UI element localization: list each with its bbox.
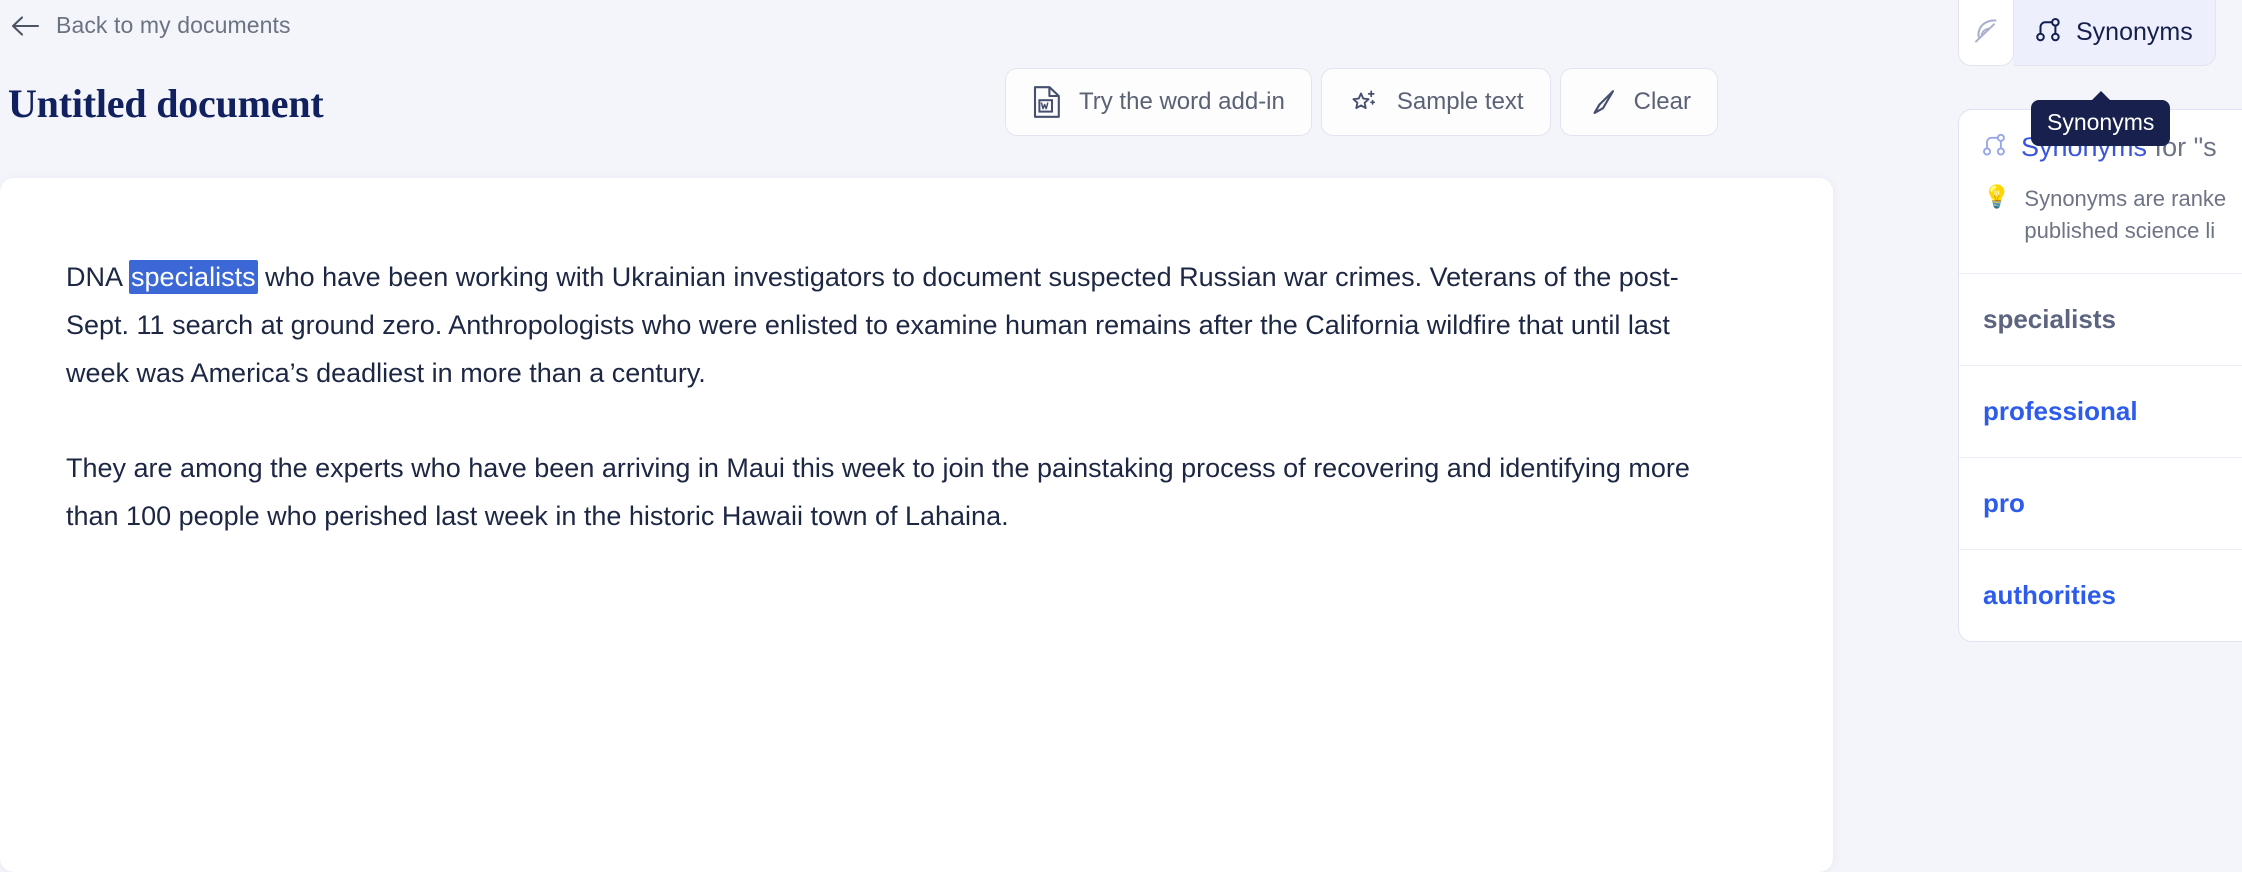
synonyms-hint-line2: published science li (2024, 218, 2216, 243)
sparkle-star-icon (1348, 86, 1380, 118)
synonyms-branch-icon (2034, 16, 2062, 49)
document-body[interactable]: DNA specialists who have been working wi… (66, 253, 1706, 540)
back-to-documents-label: Back to my documents (56, 12, 291, 38)
page-title: Untitled document (8, 81, 324, 126)
right-panel-column: Synonyms Synonyms Synonyms for "s 💡 Syno… (1925, 0, 2242, 872)
selected-word[interactable]: specialists (129, 260, 258, 294)
paragraph-1: DNA specialists who have been working wi… (66, 253, 1706, 397)
document-scrollbar[interactable] (1846, 178, 1860, 872)
clear-label: Clear (1633, 88, 1691, 115)
synonyms-source-word: specialists (1959, 273, 2242, 365)
feather-icon (1971, 15, 2001, 50)
lightbulb-icon: 💡 (1983, 184, 2011, 209)
clear-button[interactable]: Clear (1559, 68, 1718, 136)
try-word-addin-label: Try the word add-in (1079, 88, 1285, 115)
synonyms-panel: Synonyms for "s 💡 Synonyms are ranke pub… (1958, 109, 2242, 642)
document-paper[interactable]: DNA specialists who have been working wi… (0, 178, 1833, 872)
synonym-item[interactable]: authorities (1959, 549, 2242, 641)
synonyms-branch-icon (1981, 132, 2007, 163)
synonyms-hint-text: Synonyms are ranke published science li (2024, 183, 2226, 247)
arrow-left-icon (10, 13, 40, 39)
tab-writing-assistant[interactable] (1958, 0, 2014, 66)
synonyms-hint: 💡 Synonyms are ranke published science l… (1959, 183, 2242, 273)
paragraph-1-before: DNA (66, 262, 130, 292)
paragraph-2: They are among the experts who have been… (66, 453, 1690, 531)
paragraph-1-after: who have been working with Ukrainian inv… (66, 262, 1679, 388)
tab-synonyms[interactable]: Synonyms (2014, 0, 2216, 66)
synonym-item[interactable]: pro (1959, 457, 2242, 549)
tooltip-text: Synonyms (2047, 109, 2155, 135)
sample-text-label: Sample text (1396, 88, 1524, 115)
try-word-addin-button[interactable]: Try the word add-in (1005, 68, 1312, 136)
synonyms-hint-line1: Synonyms are ranke (2024, 186, 2227, 211)
word-document-icon (1032, 85, 1062, 119)
panel-tabbar: Synonyms (1958, 0, 2216, 66)
editor-column: Back to my documents Untitled document T… (0, 0, 1925, 872)
sample-text-button[interactable]: Sample text (1320, 68, 1551, 136)
synonym-item[interactable]: professional (1959, 365, 2242, 457)
synonyms-header-quote: "s (2193, 132, 2217, 162)
tab-synonyms-label: Synonyms (2076, 18, 2193, 46)
synonyms-tooltip: Synonyms (2031, 91, 2171, 146)
document-toolbar: Try the word add-in Sample text Clear (1005, 68, 1718, 136)
app-root: Back to my documents Untitled document T… (0, 0, 2242, 872)
back-to-documents-link[interactable]: Back to my documents (10, 12, 291, 39)
eraser-wand-icon (1587, 87, 1617, 117)
